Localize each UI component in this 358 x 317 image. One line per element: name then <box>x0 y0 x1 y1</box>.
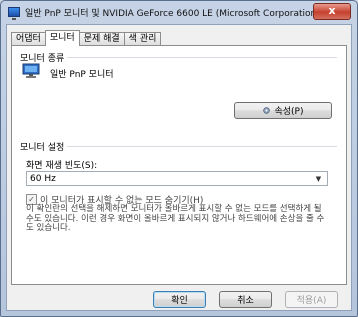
tab-monitor[interactable]: 모니터 <box>44 30 80 46</box>
ok-button[interactable]: 확인 <box>153 291 206 308</box>
tab-adapter[interactable]: 어댑터 <box>11 32 46 46</box>
chevron-down-icon: ▼ <box>315 175 322 183</box>
monitor-name: 일반 PnP 모니터 <box>50 70 114 80</box>
window-title: 일반 PnP 모니터 및 NVIDIA GeForce 6600 LE (Mic… <box>25 8 321 19</box>
properties-button[interactable]: 속성(P) <box>234 102 332 119</box>
tab-strip: 어댑터 모니터 문제 해결 색 관리 <box>11 30 162 46</box>
refresh-rate-label: 화면 재생 빈도(S): <box>26 161 98 171</box>
apply-button[interactable]: 적용(A) <box>285 291 338 308</box>
gear-icon <box>263 107 271 114</box>
hide-modes-description: 이 확인란의 선택을 해제하면 모니터가 올바르게 표시할 수 없는 모드를 선… <box>26 204 325 233</box>
tab-color-management[interactable]: 색 관리 <box>123 32 162 46</box>
group-divider <box>67 57 337 58</box>
monitor-tab-panel: 모니터 종류 일반 PnP 모니터 속성(P) 모니터 설정 화면 재생 빈도(… <box>11 45 347 285</box>
monitor-icon <box>22 63 40 78</box>
dialog-body: 어댑터 모니터 문제 해결 색 관리 모니터 종류 일반 PnP 모니터 속성(… <box>6 24 352 311</box>
properties-button-label: 속성(P) <box>274 107 304 117</box>
close-button[interactable]: x <box>313 3 351 20</box>
cancel-button[interactable]: 취소 <box>219 291 272 308</box>
tab-troubleshoot[interactable]: 문제 해결 <box>78 32 125 46</box>
title-bar[interactable]: 일반 PnP 모니터 및 NVIDIA GeForce 6600 LE (Mic… <box>1 1 357 23</box>
group-divider <box>67 146 337 147</box>
refresh-rate-dropdown[interactable]: 60 Hz ▼ <box>26 171 328 186</box>
monitor-settings-group-label: 모니터 설정 <box>20 143 65 153</box>
display-icon <box>8 7 20 20</box>
refresh-rate-value: 60 Hz <box>30 174 56 184</box>
display-properties-dialog: 일반 PnP 모니터 및 NVIDIA GeForce 6600 LE (Mic… <box>0 0 358 317</box>
